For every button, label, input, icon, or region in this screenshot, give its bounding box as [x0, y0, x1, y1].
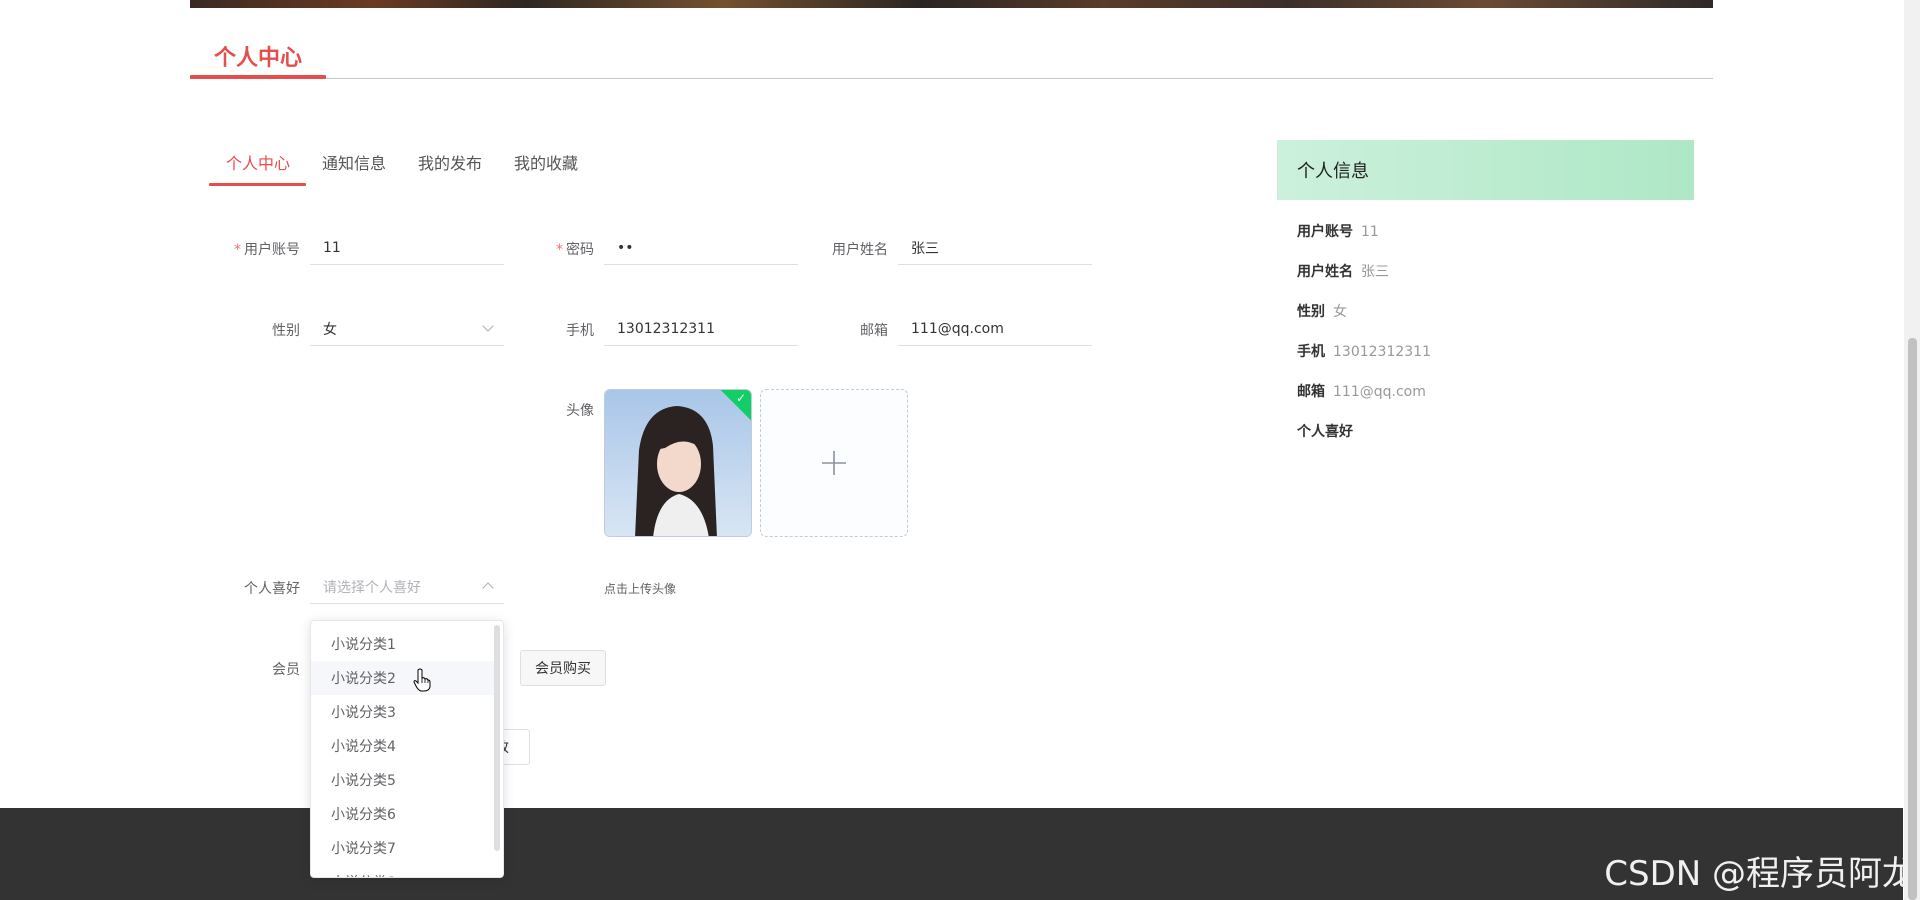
dropdown-option[interactable]: 小说分类4 — [311, 729, 495, 763]
avatar-photo — [605, 390, 751, 536]
dropdown-option[interactable]: 小说分类2 — [311, 661, 495, 695]
upload-hint: 点击上传头像 — [604, 582, 677, 596]
info-panel-title: 个人信息 — [1277, 140, 1694, 200]
required-asterisk: * — [234, 242, 241, 258]
name-label: 用户姓名 — [832, 242, 888, 258]
hand-cursor-icon — [413, 668, 431, 692]
page-scrollbar-thumb[interactable] — [1908, 338, 1917, 900]
info-row-account: 用户账号 11 — [1297, 224, 1379, 240]
dropdown-scrollbar[interactable] — [494, 625, 500, 851]
tab-personal-center[interactable]: 个人中心 — [226, 150, 290, 174]
hobby-dropdown[interactable]: 小说分类1 小说分类2 小说分类3 小说分类4 小说分类5 小说分类6 小说分类… — [310, 620, 504, 878]
gender-label: 性别 — [272, 323, 300, 339]
info-row-gender: 性别女 — [1297, 304, 1347, 320]
check-icon: ✓ — [735, 391, 746, 405]
tab-notifications[interactable]: 通知信息 — [322, 150, 386, 174]
password-label: * 密码 — [556, 242, 594, 258]
avatar-upload-button[interactable] — [760, 389, 908, 537]
hobby-label: 个人喜好 — [244, 581, 300, 597]
email-input[interactable]: 111@qq.com — [898, 312, 1092, 346]
required-asterisk: * — [556, 242, 563, 258]
tab-my-favorites[interactable]: 我的收藏 — [514, 150, 578, 174]
info-row-email: 邮箱 111@qq.com — [1297, 384, 1426, 400]
chevron-down-icon — [482, 320, 494, 332]
tab-my-posts[interactable]: 我的发布 — [418, 150, 482, 174]
avatar-label: 头像 — [566, 403, 594, 419]
password-input[interactable]: •• — [604, 231, 798, 265]
member-buy-button[interactable]: 会员购买 — [520, 650, 606, 686]
email-label: 邮箱 — [860, 323, 888, 339]
phone-label: 手机 — [566, 323, 594, 339]
gender-select[interactable]: 女 — [310, 312, 504, 346]
hobby-select[interactable]: 请选择个人喜好 — [310, 570, 504, 604]
info-row-name: 用户姓名 张三 — [1297, 264, 1389, 280]
title-divider — [190, 78, 1713, 79]
dropdown-option[interactable]: 小说分类7 — [311, 831, 495, 865]
plus-icon — [822, 451, 846, 475]
info-row-phone: 手机 13012312311 — [1297, 344, 1431, 360]
name-input[interactable]: 张三 — [898, 231, 1092, 265]
gender-value: 女 — [323, 321, 337, 338]
dropdown-option[interactable]: 小说分类6 — [311, 797, 495, 831]
tab-active-underline — [209, 183, 306, 186]
dropdown-option[interactable]: 小说分类1 — [311, 627, 495, 661]
dropdown-option[interactable]: 小说分类8 — [311, 865, 495, 877]
top-banner-image — [190, 0, 1713, 8]
phone-input[interactable]: 13012312311 — [604, 312, 798, 346]
member-label: 会员 — [272, 662, 300, 678]
dropdown-option[interactable]: 小说分类3 — [311, 695, 495, 729]
page-title: 个人中心 — [214, 46, 303, 71]
title-underline — [190, 75, 326, 79]
chevron-up-icon — [482, 582, 494, 594]
account-label: * 用户账号 — [234, 242, 300, 258]
info-row-hobby: 个人喜好 — [1297, 424, 1353, 440]
watermark-text: CSDN @程序员阿龙 — [1604, 854, 1916, 894]
dropdown-option[interactable]: 小说分类5 — [311, 763, 495, 797]
avatar-image[interactable]: ✓ — [604, 389, 752, 537]
account-input[interactable]: 11 — [310, 231, 504, 265]
hobby-placeholder: 请选择个人喜好 — [323, 579, 421, 596]
